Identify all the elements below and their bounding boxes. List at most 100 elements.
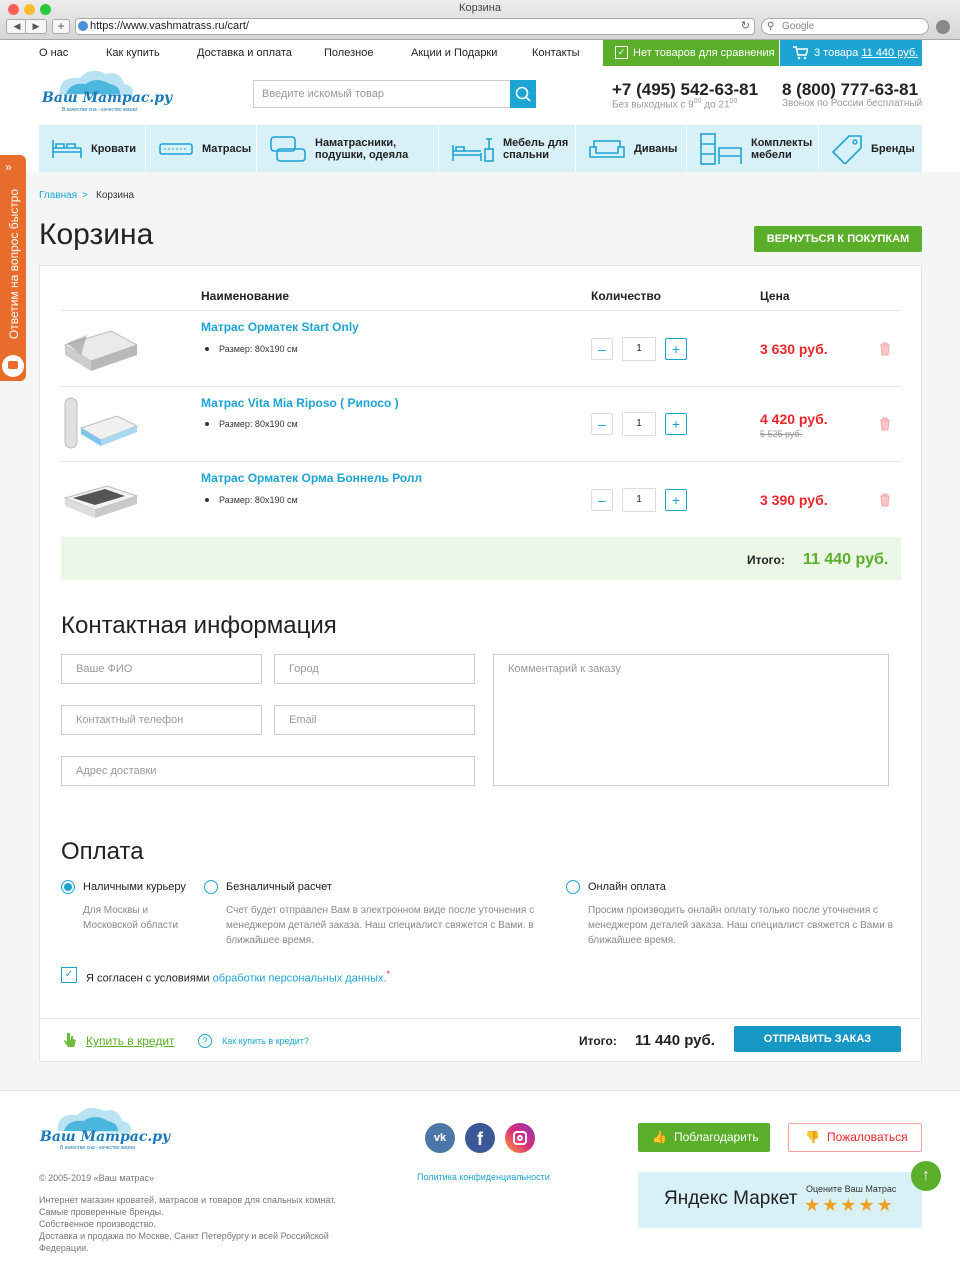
trash-icon[interactable]: [879, 417, 891, 431]
reload-icon[interactable]: ↻: [741, 19, 750, 34]
star-icon: ★: [804, 1195, 823, 1215]
radio-online-label[interactable]: Онлайн оплата: [588, 881, 666, 893]
nav-contacts[interactable]: Контакты: [532, 47, 580, 59]
radio-bank-transfer-desc: Счет будет отправлен Вам в электронном в…: [226, 905, 535, 946]
sofa-icon: [589, 139, 625, 158]
thanks-button[interactable]: 👍 Поблагодарить: [638, 1123, 770, 1152]
logo-tagline: В качестве сна - качество жизни: [62, 107, 138, 113]
qty-increase-button[interactable]: +: [665, 413, 687, 435]
product-image[interactable]: [61, 315, 141, 379]
nav-useful[interactable]: Полезное: [324, 47, 373, 59]
qty-input[interactable]: 1: [622, 337, 656, 361]
category-toppers[interactable]: Наматрасники, подушки, одеяла: [257, 125, 439, 172]
checkbox-icon: ✓: [615, 46, 628, 59]
radio-cash-label[interactable]: Наличными курьеру: [83, 881, 186, 893]
row-divider: [61, 461, 901, 462]
scroll-up-button[interactable]: ↑: [911, 1161, 941, 1191]
new-tab-icon[interactable]: +: [52, 19, 70, 34]
phone-input[interactable]: Контактный телефон: [61, 705, 262, 735]
quick-question-label[interactable]: Ответим на вопрос быстро: [5, 164, 23, 364]
nav-about[interactable]: О нас: [39, 47, 68, 59]
category-bedroom-furniture[interactable]: Мебель для спальни: [439, 125, 576, 172]
star-icon: ★: [858, 1195, 877, 1215]
qty-input[interactable]: 1: [622, 412, 656, 436]
mattress-icon: [159, 142, 193, 155]
qty-decrease-button[interactable]: –: [591, 413, 613, 435]
agree-checkbox[interactable]: ✓: [61, 967, 77, 983]
star-icon: ★: [822, 1195, 841, 1215]
phone-russia[interactable]: 8 (800) 777-63-81: [782, 80, 918, 100]
product-size: Размер: 80х190 см: [219, 419, 298, 429]
address-bar[interactable]: https://www.vashmatrass.ru/cart/ ↻: [75, 18, 755, 35]
send-order-button[interactable]: ОТПРАВИТЬ ЗАКАЗ: [734, 1026, 901, 1052]
qty-increase-button[interactable]: +: [665, 489, 687, 511]
bullet: [205, 422, 209, 426]
vk-icon[interactable]: vk: [425, 1123, 455, 1153]
category-beds[interactable]: Кровати: [39, 125, 146, 172]
product-name[interactable]: Матрас Орматек Start Only: [201, 320, 359, 334]
browser-search-input[interactable]: ⚲ Google: [761, 18, 929, 35]
city-input[interactable]: Город: [274, 654, 475, 684]
address-input[interactable]: Адрес доставки: [61, 756, 475, 786]
divider: [39, 1018, 922, 1019]
footer-logo[interactable]: Ваш Матрас.ру В качестве сна - качество …: [38, 1101, 170, 1151]
trash-icon[interactable]: [879, 493, 891, 507]
facebook-icon[interactable]: f: [465, 1123, 495, 1153]
privacy-policy-link[interactable]: Политика конфиденциальности: [417, 1172, 550, 1182]
nav-how-to-buy[interactable]: Как купить: [106, 47, 160, 59]
chat-icon[interactable]: [2, 355, 24, 377]
search-icon: [515, 86, 531, 102]
product-image[interactable]: [61, 468, 141, 532]
product-name[interactable]: Матрас Vita Mia Riposo ( Рипосо ): [201, 396, 399, 410]
qty-increase-button[interactable]: +: [665, 338, 687, 360]
yandex-market-widget[interactable]: Яндекс Маркет Оцените Ваш Матрас ★★★★★: [638, 1172, 922, 1228]
cart-sum[interactable]: 11 440 руб.: [861, 47, 918, 59]
radio-cash[interactable]: [61, 880, 75, 894]
buy-on-credit-link[interactable]: Купить в кредит: [86, 1034, 175, 1048]
phone-moscow[interactable]: +7 (495) 542-63-81: [612, 80, 758, 100]
compare-button[interactable]: ✓ Нет товаров для сравнения: [603, 40, 779, 66]
nav-delivery[interactable]: Доставка и оплата: [197, 47, 292, 59]
globe-icon: [78, 21, 88, 31]
email-input[interactable]: Email: [274, 705, 475, 735]
back-to-shopping-button[interactable]: ВЕРНУТЬСЯ К ПОКУПКАМ: [754, 226, 922, 252]
privacy-terms-link[interactable]: обработки персональных данных.: [213, 973, 387, 985]
how-credit-link[interactable]: Как купить в кредит?: [222, 1036, 309, 1046]
category-furniture-sets[interactable]: Комплекты мебели: [687, 125, 819, 172]
instagram-icon[interactable]: [505, 1123, 535, 1153]
cart-icon: [793, 46, 808, 60]
comment-textarea[interactable]: Комментарий к заказу: [493, 654, 889, 786]
site-search-input[interactable]: Введите искомый товар: [253, 80, 511, 108]
category-sofas[interactable]: Диваны: [576, 125, 687, 172]
search-button[interactable]: [510, 80, 536, 108]
breadcrumb-home[interactable]: Главная: [39, 190, 77, 201]
category-brands[interactable]: Бренды: [819, 125, 922, 172]
forward-arrow-icon[interactable]: ▶: [25, 19, 47, 34]
qty-decrease-button[interactable]: –: [591, 338, 613, 360]
downloads-icon[interactable]: [936, 20, 950, 34]
trash-icon[interactable]: [879, 342, 891, 356]
yandex-market-logo: Яндекс Маркет: [664, 1188, 798, 1209]
qty-input[interactable]: 1: [622, 488, 656, 512]
radio-bank-transfer-label[interactable]: Безналичный расчет: [226, 881, 332, 893]
logo[interactable]: Ваш Матрас.ру В качестве сна - качество …: [40, 64, 172, 114]
complain-button[interactable]: 👎 Пожаловаться: [788, 1123, 922, 1152]
cart-count: 3 товара: [814, 47, 859, 59]
nav-promo[interactable]: Акции и Подарки: [411, 47, 497, 59]
fio-input[interactable]: Ваше ФИО: [61, 654, 262, 684]
product-image[interactable]: [61, 392, 141, 456]
bullet: [205, 498, 209, 502]
radio-online[interactable]: [566, 880, 580, 894]
thumbs-down-icon: 👎: [805, 1130, 820, 1144]
logo-text: Ваш Матрас.ру: [42, 90, 173, 106]
qty-decrease-button[interactable]: –: [591, 489, 613, 511]
cart-button[interactable]: 3 товара 11 440 руб.: [780, 40, 922, 66]
bed-icon: [52, 139, 82, 158]
radio-bank-transfer[interactable]: [204, 880, 218, 894]
category-mattresses[interactable]: Матрасы: [146, 125, 257, 172]
rating-stars[interactable]: ★★★★★: [804, 1195, 895, 1216]
question-icon[interactable]: ?: [198, 1034, 212, 1048]
footer-copyright: © 2005-2019 «Ваш матрас»: [39, 1173, 155, 1183]
product-name[interactable]: Матрас Орматек Орма Боннель Ролл: [201, 471, 422, 485]
tag-icon: [831, 134, 862, 164]
